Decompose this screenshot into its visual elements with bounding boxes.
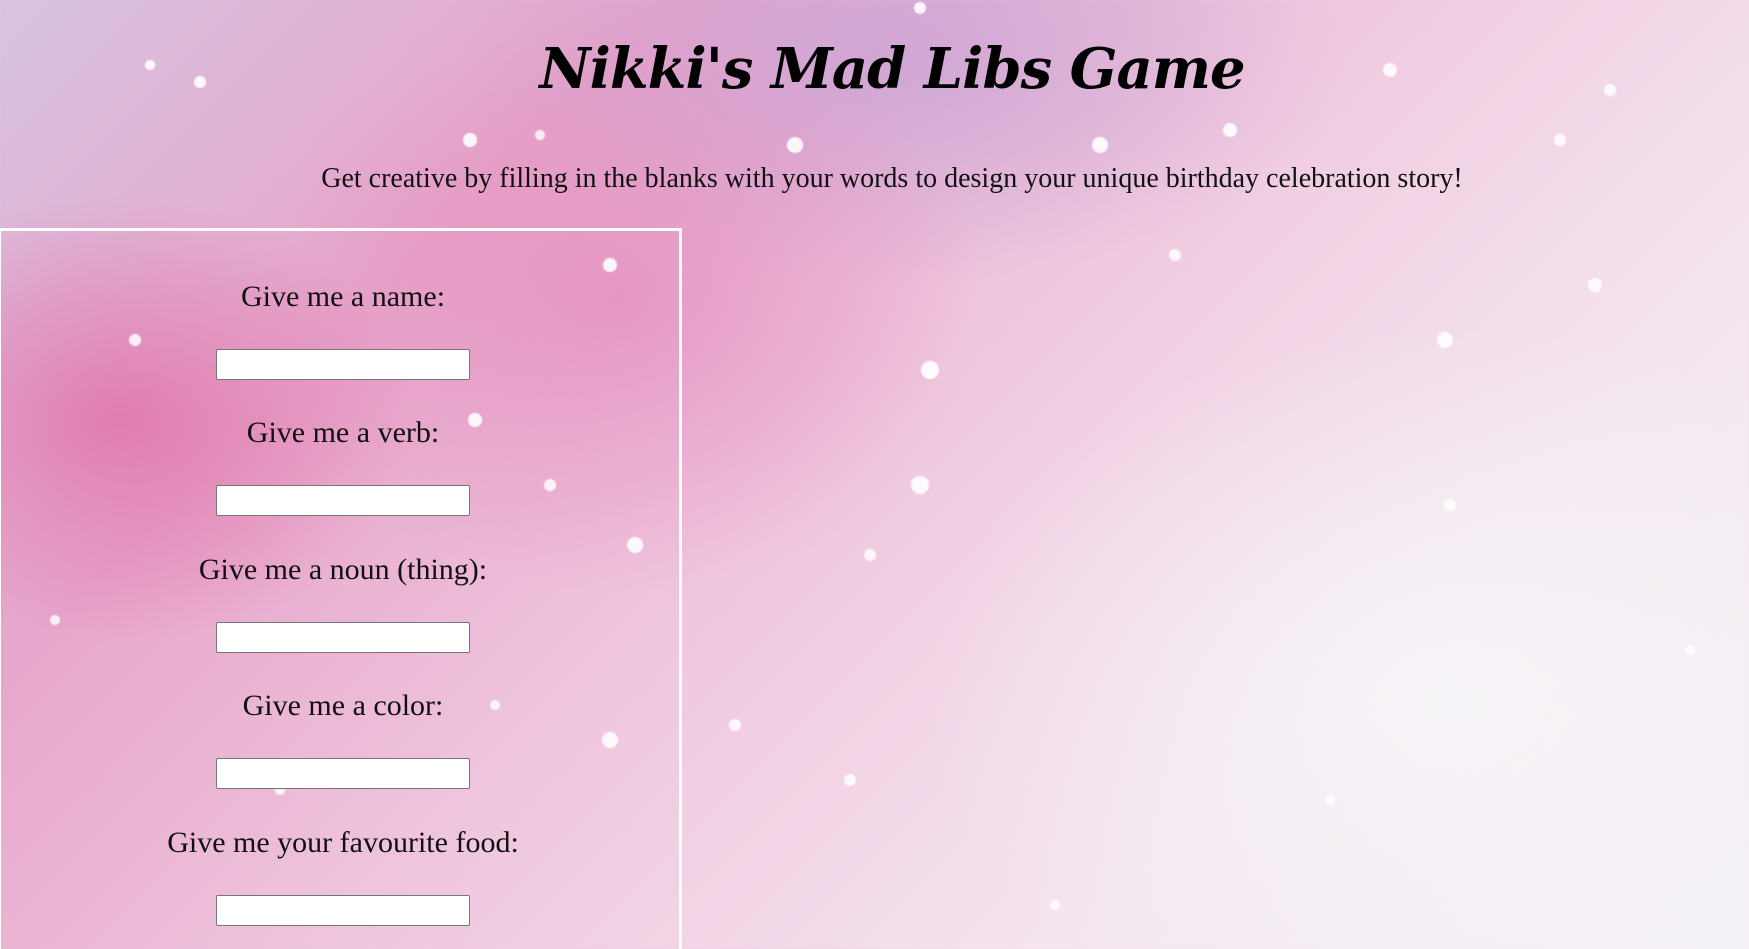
noun-input[interactable] xyxy=(216,622,470,653)
verb-field-group: Give me a verb: xyxy=(1,415,685,516)
page-subtitle: Get creative by filling in the blanks wi… xyxy=(321,163,1463,194)
color-input[interactable] xyxy=(216,758,470,789)
mad-libs-form: Give me a name: Give me a verb: Give me … xyxy=(0,228,682,949)
food-input[interactable] xyxy=(216,895,470,926)
food-field-group: Give me your favourite food: xyxy=(1,825,685,926)
noun-field-group: Give me a noun (thing): xyxy=(1,552,685,653)
noun-label: Give me a noun (thing): xyxy=(198,553,488,586)
color-label: Give me a color: xyxy=(242,689,444,722)
verb-label: Give me a verb: xyxy=(246,416,440,449)
food-label: Give me your favourite food: xyxy=(167,826,519,859)
page-title: Nikki's Mad Libs Game xyxy=(539,36,1245,102)
name-input[interactable] xyxy=(216,349,470,380)
color-field-group: Give me a color: xyxy=(1,688,685,789)
name-field-group: Give me a name: xyxy=(1,279,685,380)
verb-input[interactable] xyxy=(216,485,470,516)
name-label: Give me a name: xyxy=(240,280,446,313)
